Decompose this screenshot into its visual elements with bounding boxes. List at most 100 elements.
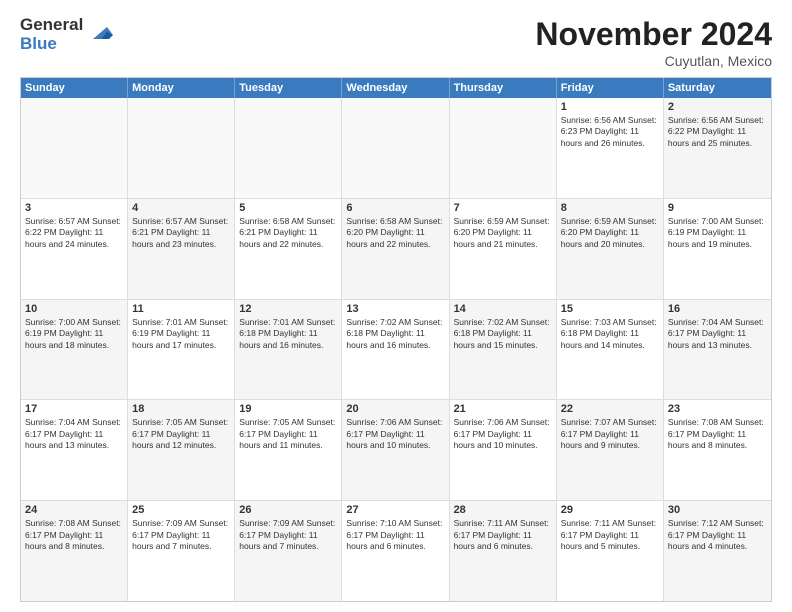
calendar-cell: 27 Sunrise: 7:10 AM Sunset: 6:17 PM Dayli… bbox=[342, 501, 449, 601]
weekday-header: Sunday bbox=[21, 78, 128, 98]
day-number: 5 bbox=[239, 202, 337, 214]
day-info: Sunrise: 7:07 AM Sunset: 6:17 PM Dayligh… bbox=[561, 417, 659, 451]
day-number: 14 bbox=[454, 303, 552, 315]
day-number: 1 bbox=[561, 101, 659, 113]
day-info: Sunrise: 7:03 AM Sunset: 6:18 PM Dayligh… bbox=[561, 317, 659, 351]
calendar-cell bbox=[21, 98, 128, 198]
calendar-cell: 30Sunrise: 7:12 AM Sunset: 6:17 PM Dayli… bbox=[664, 501, 771, 601]
calendar: SundayMondayTuesdayWednesdayThursdayFrid… bbox=[20, 77, 772, 602]
day-info: Sunrise: 7:05 AM Sunset: 6:17 PM Dayligh… bbox=[132, 417, 230, 451]
day-number: 3 bbox=[25, 202, 123, 214]
day-number: 25 bbox=[132, 504, 230, 516]
calendar-cell bbox=[128, 98, 235, 198]
calendar-cell: 13 Sunrise: 7:02 AM Sunset: 6:18 PM Dayli… bbox=[342, 300, 449, 400]
calendar-cell: 9 Sunrise: 7:00 AM Sunset: 6:19 PM Daylig… bbox=[664, 199, 771, 299]
title-block: November 2024 Cuyutlan, Mexico bbox=[535, 16, 772, 69]
calendar-cell: 17 Sunrise: 7:04 AM Sunset: 6:17 PM Dayli… bbox=[21, 400, 128, 500]
calendar-cell: 26 Sunrise: 7:09 AM Sunset: 6:17 PM Dayli… bbox=[235, 501, 342, 601]
calendar-cell: 2 Sunrise: 6:56 AM Sunset: 6:22 PM Daylig… bbox=[664, 98, 771, 198]
day-number: 24 bbox=[25, 504, 123, 516]
day-number: 27 bbox=[346, 504, 444, 516]
day-number: 10 bbox=[25, 303, 123, 315]
day-number: 20 bbox=[346, 403, 444, 415]
calendar-cell: 10Sunrise: 7:00 AM Sunset: 6:19 PM Dayli… bbox=[21, 300, 128, 400]
day-info: Sunrise: 6:56 AM Sunset: 6:23 PM Dayligh… bbox=[561, 115, 659, 149]
day-number: 29 bbox=[561, 504, 659, 516]
day-info: Sunrise: 6:57 AM Sunset: 6:21 PM Dayligh… bbox=[132, 216, 230, 250]
calendar-cell: 3Sunrise: 6:57 AM Sunset: 6:22 PM Daylig… bbox=[21, 199, 128, 299]
day-info: Sunrise: 7:09 AM Sunset: 6:17 PM Dayligh… bbox=[132, 518, 230, 552]
day-info: Sunrise: 7:01 AM Sunset: 6:18 PM Dayligh… bbox=[239, 317, 337, 351]
day-number: 23 bbox=[668, 403, 767, 415]
calendar-cell: 23 Sunrise: 7:08 AM Sunset: 6:17 PM Dayli… bbox=[664, 400, 771, 500]
weekday-header: Tuesday bbox=[235, 78, 342, 98]
calendar-cell bbox=[342, 98, 449, 198]
calendar-cell: 20 Sunrise: 7:06 AM Sunset: 6:17 PM Dayli… bbox=[342, 400, 449, 500]
day-info: Sunrise: 6:58 AM Sunset: 6:20 PM Dayligh… bbox=[346, 216, 444, 250]
calendar-cell: 29 Sunrise: 7:11 AM Sunset: 6:17 PM Dayli… bbox=[557, 501, 664, 601]
calendar-cell: 15 Sunrise: 7:03 AM Sunset: 6:18 PM Dayli… bbox=[557, 300, 664, 400]
day-info: Sunrise: 6:59 AM Sunset: 6:20 PM Dayligh… bbox=[454, 216, 552, 250]
calendar-cell: 8Sunrise: 6:59 AM Sunset: 6:20 PM Daylig… bbox=[557, 199, 664, 299]
day-info: Sunrise: 7:04 AM Sunset: 6:17 PM Dayligh… bbox=[25, 417, 123, 451]
day-number: 22 bbox=[561, 403, 659, 415]
location: Cuyutlan, Mexico bbox=[535, 53, 772, 69]
calendar-cell: 16Sunrise: 7:04 AM Sunset: 6:17 PM Dayli… bbox=[664, 300, 771, 400]
calendar-row: 10Sunrise: 7:00 AM Sunset: 6:19 PM Dayli… bbox=[21, 300, 771, 401]
calendar-row: 24Sunrise: 7:08 AM Sunset: 6:17 PM Dayli… bbox=[21, 501, 771, 601]
day-number: 4 bbox=[132, 202, 230, 214]
day-info: Sunrise: 7:01 AM Sunset: 6:19 PM Dayligh… bbox=[132, 317, 230, 351]
day-number: 2 bbox=[668, 101, 767, 113]
day-number: 15 bbox=[561, 303, 659, 315]
day-number: 30 bbox=[668, 504, 767, 516]
calendar-cell: 22 Sunrise: 7:07 AM Sunset: 6:17 PM Dayli… bbox=[557, 400, 664, 500]
header: General Blue November 2024 Cuyutlan, Mex… bbox=[20, 16, 772, 69]
day-number: 9 bbox=[668, 202, 767, 214]
day-number: 19 bbox=[239, 403, 337, 415]
day-info: Sunrise: 7:09 AM Sunset: 6:17 PM Dayligh… bbox=[239, 518, 337, 552]
day-info: Sunrise: 7:04 AM Sunset: 6:17 PM Dayligh… bbox=[668, 317, 767, 351]
day-info: Sunrise: 7:06 AM Sunset: 6:17 PM Dayligh… bbox=[346, 417, 444, 451]
day-info: Sunrise: 6:56 AM Sunset: 6:22 PM Dayligh… bbox=[668, 115, 767, 149]
calendar-cell bbox=[450, 98, 557, 198]
day-number: 6 bbox=[346, 202, 444, 214]
calendar-row: 3Sunrise: 6:57 AM Sunset: 6:22 PM Daylig… bbox=[21, 199, 771, 300]
weekday-header: Wednesday bbox=[342, 78, 449, 98]
weekday-header: Friday bbox=[557, 78, 664, 98]
day-number: 17 bbox=[25, 403, 123, 415]
calendar-row: 1 Sunrise: 6:56 AM Sunset: 6:23 PM Daylig… bbox=[21, 98, 771, 199]
calendar-cell: 5Sunrise: 6:58 AM Sunset: 6:21 PM Daylig… bbox=[235, 199, 342, 299]
calendar-header: SundayMondayTuesdayWednesdayThursdayFrid… bbox=[21, 78, 771, 98]
month-title: November 2024 bbox=[535, 16, 772, 53]
calendar-cell: 24Sunrise: 7:08 AM Sunset: 6:17 PM Dayli… bbox=[21, 501, 128, 601]
calendar-cell: 25 Sunrise: 7:09 AM Sunset: 6:17 PM Dayli… bbox=[128, 501, 235, 601]
calendar-cell: 11 Sunrise: 7:01 AM Sunset: 6:19 PM Dayli… bbox=[128, 300, 235, 400]
calendar-cell: 4 Sunrise: 6:57 AM Sunset: 6:21 PM Daylig… bbox=[128, 199, 235, 299]
calendar-cell: 19Sunrise: 7:05 AM Sunset: 6:17 PM Dayli… bbox=[235, 400, 342, 500]
calendar-cell: 12Sunrise: 7:01 AM Sunset: 6:18 PM Dayli… bbox=[235, 300, 342, 400]
day-info: Sunrise: 6:59 AM Sunset: 6:20 PM Dayligh… bbox=[561, 216, 659, 250]
day-number: 28 bbox=[454, 504, 552, 516]
day-info: Sunrise: 7:02 AM Sunset: 6:18 PM Dayligh… bbox=[454, 317, 552, 351]
day-number: 21 bbox=[454, 403, 552, 415]
day-info: Sunrise: 7:10 AM Sunset: 6:17 PM Dayligh… bbox=[346, 518, 444, 552]
day-number: 18 bbox=[132, 403, 230, 415]
day-info: Sunrise: 7:08 AM Sunset: 6:17 PM Dayligh… bbox=[668, 417, 767, 451]
day-number: 13 bbox=[346, 303, 444, 315]
calendar-cell: 21Sunrise: 7:06 AM Sunset: 6:17 PM Dayli… bbox=[450, 400, 557, 500]
logo: General Blue bbox=[20, 16, 115, 53]
weekday-header: Monday bbox=[128, 78, 235, 98]
weekday-header: Thursday bbox=[450, 78, 557, 98]
logo-blue: Blue bbox=[20, 35, 83, 54]
day-number: 26 bbox=[239, 504, 337, 516]
calendar-row: 17 Sunrise: 7:04 AM Sunset: 6:17 PM Dayli… bbox=[21, 400, 771, 501]
calendar-body: 1 Sunrise: 6:56 AM Sunset: 6:23 PM Daylig… bbox=[21, 98, 771, 601]
day-info: Sunrise: 7:00 AM Sunset: 6:19 PM Dayligh… bbox=[668, 216, 767, 250]
logo-text: General Blue bbox=[20, 16, 83, 53]
day-info: Sunrise: 7:02 AM Sunset: 6:18 PM Dayligh… bbox=[346, 317, 444, 351]
day-info: Sunrise: 7:11 AM Sunset: 6:17 PM Dayligh… bbox=[561, 518, 659, 552]
calendar-cell: 1 Sunrise: 6:56 AM Sunset: 6:23 PM Daylig… bbox=[557, 98, 664, 198]
day-number: 11 bbox=[132, 303, 230, 315]
weekday-header: Saturday bbox=[664, 78, 771, 98]
calendar-cell: 7Sunrise: 6:59 AM Sunset: 6:20 PM Daylig… bbox=[450, 199, 557, 299]
